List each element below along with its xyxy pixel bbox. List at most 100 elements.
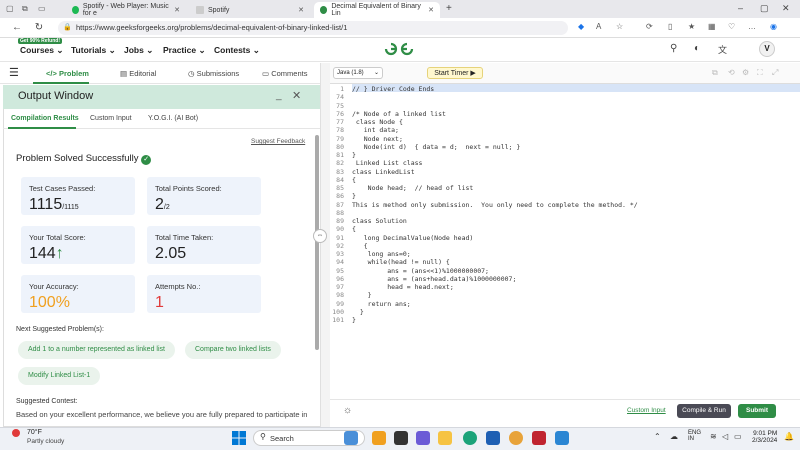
close-tab-icon[interactable]: ✕ — [174, 6, 180, 14]
spotify-icon — [72, 6, 79, 14]
tab-compilation-results[interactable]: Compilation Results — [11, 115, 79, 122]
read-aloud-icon[interactable]: A — [596, 22, 601, 31]
reset-icon[interactable]: ⟲ — [728, 68, 735, 77]
code-line: /* Node of a linked list — [352, 109, 446, 118]
browser-essentials-icon[interactable]: ♡ — [728, 22, 735, 31]
file-explorer-icon[interactable] — [438, 431, 452, 445]
close-tab-icon[interactable]: ✕ — [428, 6, 434, 14]
weather-alert-icon[interactable] — [12, 429, 20, 437]
browser-tab-spotify-webplayer[interactable]: Spotify - Web Player: Music for e ✕ — [66, 2, 186, 18]
expand-icon[interactable]: ⤢ — [772, 68, 778, 78]
points-value: 2/2 — [155, 196, 170, 213]
gfg-logo[interactable] — [382, 40, 416, 58]
maximize-window-icon[interactable]: ▢ — [760, 3, 769, 14]
tab-yogi-ai-bot[interactable]: Y.O.G.I. (AI Bot) — [148, 115, 198, 122]
close-icon[interactable]: ✕ — [292, 89, 301, 102]
wifi-icon[interactable]: ≋ — [710, 432, 717, 441]
edge-icon[interactable] — [463, 431, 477, 445]
theme-toggle-icon[interactable]: ◐ — [694, 43, 700, 54]
extension-icon[interactable]: ◆ — [578, 22, 584, 31]
avatar[interactable]: V — [759, 41, 775, 57]
compile-run-button[interactable]: Compile & Run — [677, 404, 731, 418]
favorites-bar-icon[interactable]: ★ — [688, 22, 695, 31]
panel-divider[interactable] — [320, 63, 330, 427]
hamburger-menu-icon[interactable]: ☰ — [9, 66, 19, 79]
suggestion-pill[interactable]: Compare two linked lists — [185, 341, 281, 359]
language-indicator[interactable]: ENG IN — [688, 430, 701, 442]
refund-promo-badge[interactable]: Get 90% Refund! — [18, 38, 63, 44]
weather-desc[interactable]: Partly cloudy — [27, 438, 64, 445]
translate-icon[interactable]: 文 — [718, 43, 727, 56]
time-taken-label: Total Time Taken: — [155, 233, 214, 242]
volume-icon[interactable]: ◁ — [722, 432, 728, 441]
custom-input-link[interactable]: Custom Input — [627, 407, 666, 414]
menu-practice[interactable]: Practice ⌄ — [163, 45, 206, 56]
menu-jobs[interactable]: Jobs ⌄ — [124, 45, 153, 56]
tab-editorial[interactable]: ▤ Editorial — [120, 69, 156, 78]
minimize-icon[interactable]: _ — [276, 90, 282, 101]
vscode-icon[interactable] — [555, 431, 569, 445]
windows-start-icon[interactable] — [232, 431, 246, 445]
test-cases-label: Test Cases Passed: — [29, 184, 96, 193]
search-icon[interactable]: ⚲ — [670, 43, 677, 54]
settings-icon[interactable]: ⚙ — [742, 68, 749, 77]
time-taken-value: 2.05 — [155, 245, 187, 262]
code-icon: </> — [46, 69, 57, 78]
browser-tab-gfg[interactable]: Decimal Equivalent of Binary Lin ✕ — [314, 2, 440, 18]
browser-menu-icon[interactable]: ▢ — [6, 4, 14, 13]
tab-comments[interactable]: ▭ Comments — [262, 69, 307, 78]
battery-icon[interactable]: ▭ — [734, 432, 742, 441]
browser-tab-spotify[interactable]: Spotify ✕ — [190, 2, 310, 18]
notification-icon[interactable]: 🔔 — [784, 432, 794, 441]
chevron-up-icon[interactable]: ⌃ — [654, 432, 661, 441]
start-timer-button[interactable]: Start Timer ▶ — [427, 67, 483, 79]
check-circle-icon: ✓ — [141, 155, 152, 165]
task-view-icon[interactable] — [394, 431, 408, 445]
suggestion-pill[interactable]: Modify Linked List-1 — [18, 367, 101, 385]
new-tab-icon[interactable]: + — [446, 3, 452, 14]
attempts-label: Attempts No.: — [155, 282, 201, 291]
split-screen-icon[interactable]: ▯ — [668, 22, 672, 31]
language-select[interactable]: Java (1.8) ⌄ — [333, 67, 383, 79]
code-line: Linked List class — [352, 159, 423, 168]
collections-icon[interactable]: ▦ — [708, 22, 716, 31]
fullscreen-icon[interactable]: ⛶ — [757, 68, 763, 78]
theme-toggle-icon[interactable]: ☼ — [343, 405, 352, 416]
menu-tutorials[interactable]: Tutorials ⌄ — [71, 45, 116, 56]
tab-submissions[interactable]: ◷ Submissions — [188, 69, 239, 78]
cloud-icon[interactable]: ☁ — [670, 432, 678, 441]
tab-actions-icon[interactable]: ▭ — [38, 4, 46, 13]
url-field[interactable]: https://www.geeksforgeeks.org/problems/d… — [58, 21, 568, 35]
copy-icon[interactable]: ⧉ — [712, 68, 718, 78]
suggestion-pill[interactable]: Add 1 to a number represented as linked … — [18, 341, 175, 359]
code-editor[interactable] — [330, 84, 800, 399]
copilot-icon[interactable]: ◉ — [770, 22, 777, 31]
favorite-icon[interactable]: ☆ — [616, 22, 623, 31]
widgets-icon[interactable] — [344, 431, 358, 445]
line-number: 85 — [336, 184, 344, 192]
more-options-icon[interactable]: … — [748, 22, 756, 31]
menu-contests[interactable]: Contests ⌄ — [214, 45, 260, 56]
clock[interactable]: 9:01 PM 2/3/2024 — [752, 430, 777, 444]
tab-problem[interactable]: </> Problem — [46, 69, 89, 78]
close-tab-icon[interactable]: ✕ — [298, 6, 304, 14]
menu-courses[interactable]: Courses ⌄ — [20, 45, 64, 56]
refresh-extension-icon[interactable]: ⟳ — [646, 22, 653, 31]
weather-temp[interactable]: 70°F — [27, 429, 42, 436]
store-icon[interactable] — [486, 431, 500, 445]
drag-handle-icon[interactable]: ⇔ — [313, 229, 327, 243]
mcafee-icon[interactable] — [532, 431, 546, 445]
copilot-app-icon[interactable] — [372, 431, 386, 445]
workspaces-icon[interactable]: ⧉ — [22, 4, 28, 14]
suggest-feedback-link[interactable]: Suggest Feedback — [251, 138, 305, 145]
close-window-icon[interactable]: ✕ — [782, 3, 790, 14]
refresh-icon[interactable]: ↻ — [32, 21, 46, 35]
line-number: 90 — [336, 225, 344, 234]
minimize-window-icon[interactable]: – — [738, 3, 743, 13]
tab-custom-input[interactable]: Custom Input — [90, 115, 132, 122]
chrome-icon[interactable] — [509, 431, 523, 445]
back-icon[interactable]: ← — [10, 21, 24, 35]
submit-button[interactable]: Submit — [738, 404, 776, 418]
teams-icon[interactable] — [416, 431, 430, 445]
line-number: 88 — [336, 208, 344, 217]
